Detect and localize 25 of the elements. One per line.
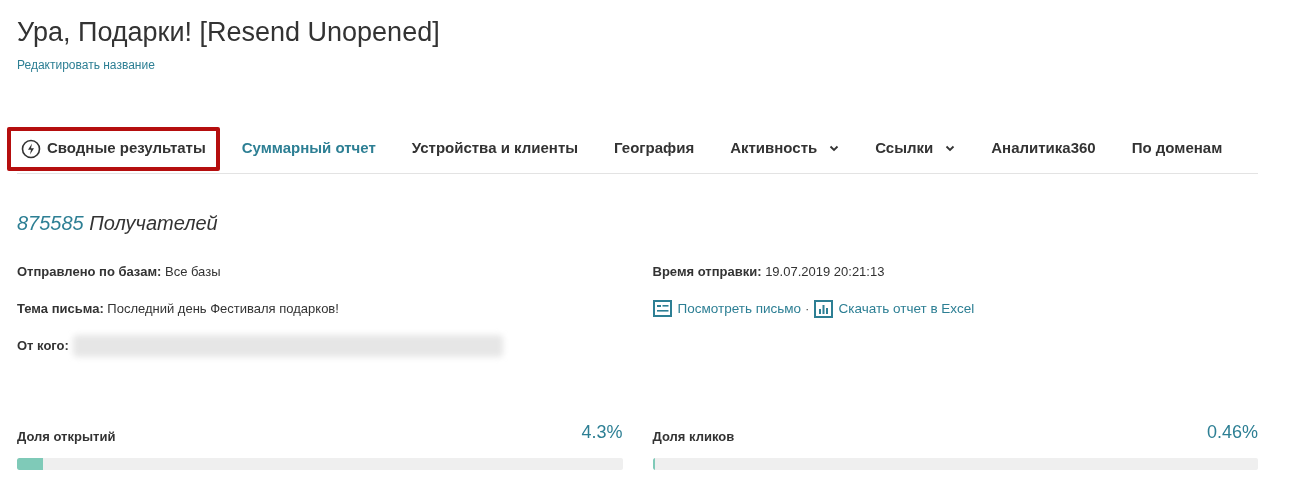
rate-label: Доля открытий [17,427,116,446]
rate-value: 4.3% [581,421,623,444]
tab[interactable]: По доменам [1117,126,1237,171]
edit-title-link[interactable]: Редактировать название [17,56,155,74]
tab[interactable]: Сводные результаты [7,126,220,171]
detail-label: От кого: [17,337,69,356]
recipients-count: 875585 Получателей [17,211,219,236]
rate-label: Доля кликов [652,427,735,446]
lightning-icon [21,138,41,159]
page-title: Ура, Подарки! [Resend Unopened] [17,16,440,49]
report-link[interactable]: Скачать отчет в Excel [838,298,975,319]
detail-text: Тема письма: Последний день Фестиваля подарков! [17,299,340,318]
report-link[interactable]: Посмотреть письмо [677,298,802,319]
bar-chart-icon [813,299,833,318]
detail-text: Отправлено по базам: Все базы [17,263,222,281]
tab[interactable]: Активность [716,126,854,171]
rate-value: 0.46% [1206,421,1258,444]
tab[interactable]: География [600,126,709,171]
separator-dot: · [805,299,810,318]
tab[interactable]: Устройства и клиенты [397,126,593,171]
tab[interactable]: Суммарный отчет [227,126,390,171]
tab[interactable]: Аналитика360 [977,126,1110,171]
detail-text: Время отправки: 19.07.2019 20:21:13 [652,263,886,281]
card-icon [652,300,672,318]
tab[interactable]: Ссылки [861,126,970,171]
